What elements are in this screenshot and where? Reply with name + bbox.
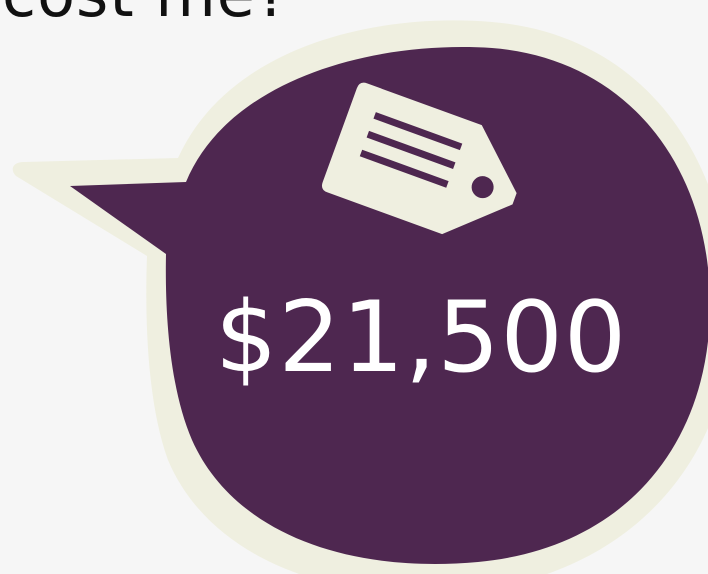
canvas: cost me? $21,500 bbox=[0, 0, 708, 574]
price-value: $21,500 bbox=[215, 281, 628, 395]
